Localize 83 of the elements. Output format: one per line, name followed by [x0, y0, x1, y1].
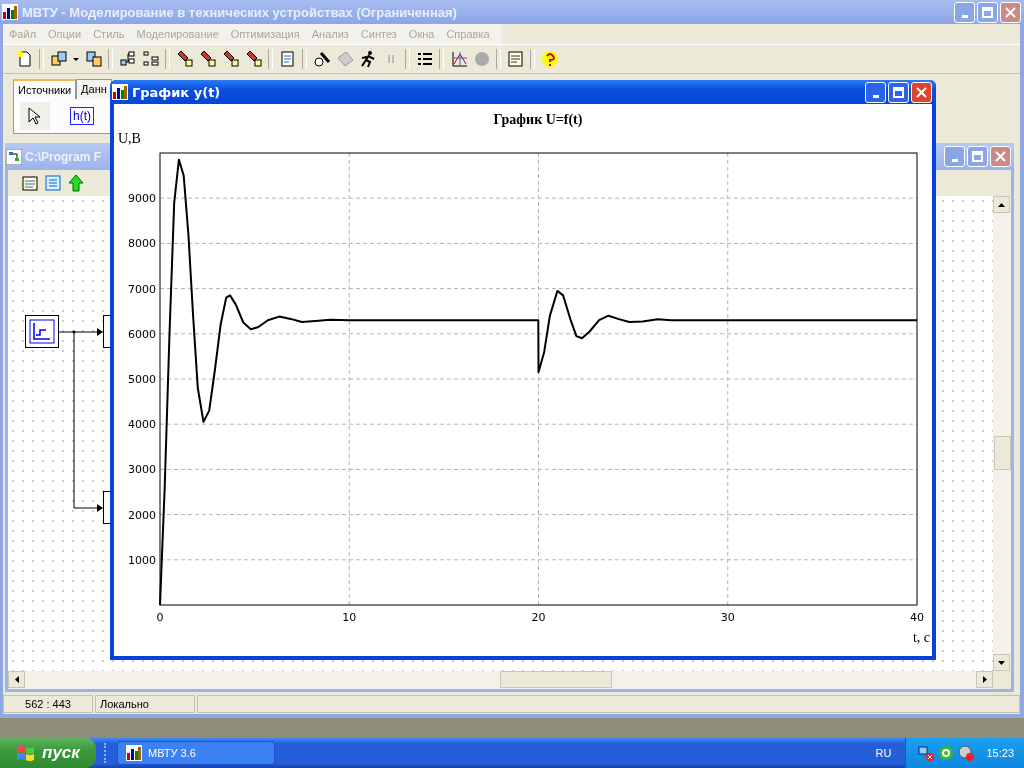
maximize-icon	[972, 151, 983, 162]
flashlight-icon	[198, 50, 217, 68]
axis-tick-label: 4000	[128, 418, 156, 432]
chart-title: График U=f(t)	[493, 112, 583, 127]
maximize-button[interactable]	[888, 81, 909, 103]
scroll-up-button[interactable]	[993, 196, 1010, 213]
minimize-icon	[951, 159, 958, 162]
runner-icon	[358, 50, 377, 68]
axis-tick-label: 10	[342, 611, 357, 624]
axis-tick-label: 3000	[128, 463, 156, 477]
axis-tick-label: 5000	[128, 373, 156, 386]
app-icon	[2, 4, 18, 20]
plot-icon	[449, 50, 468, 68]
scroll-left-button[interactable]	[8, 671, 25, 688]
cursor-icon	[28, 107, 42, 125]
checklist-icon	[415, 50, 434, 68]
script-icon	[278, 50, 297, 68]
axis-title: U,B	[118, 131, 141, 146]
axis-tick-label: 8000	[128, 237, 156, 251]
taskbar-button[interactable]: МВТУ 3.6	[117, 741, 275, 765]
axis-tick-label: 30	[720, 611, 735, 624]
language-indicator[interactable]: RU	[861, 747, 906, 759]
status-bar-field: Локально	[95, 695, 195, 713]
up-arrow-icon	[998, 202, 1005, 207]
close-icon	[995, 151, 1006, 162]
window-title: МВТУ - Моделирование в технических устройствах (Ограниченная)	[22, 4, 457, 20]
palette-tab[interactable]: Данн	[76, 79, 112, 99]
minimize-button[interactable]	[865, 81, 886, 103]
help-icon	[540, 50, 559, 68]
left-arrow-icon	[14, 676, 19, 683]
right-arrow-icon	[982, 676, 987, 683]
axis-tick-label: 2000	[128, 508, 156, 522]
diagram-icon	[6, 148, 22, 165]
close-icon	[916, 86, 927, 98]
app-icon	[126, 745, 142, 761]
ring-icon[interactable]	[938, 745, 955, 761]
maximize-icon	[982, 6, 993, 18]
close-button[interactable]	[911, 81, 932, 103]
window-title: C:\Program F	[25, 149, 101, 164]
flashlight-icon	[221, 50, 240, 68]
dropdown-arrow-icon	[73, 57, 79, 61]
close-button[interactable]	[990, 146, 1011, 167]
down-arrow-icon	[998, 660, 1005, 665]
arrow-up-icon	[66, 174, 85, 192]
scrollbar-thumb[interactable]	[994, 436, 1011, 470]
network-icon[interactable]	[918, 745, 935, 761]
close-button[interactable]	[1000, 1, 1021, 23]
status-bar-field: 562 : 443	[3, 695, 93, 713]
pause-icon	[387, 55, 394, 63]
axis-title: t, c	[912, 630, 930, 645]
import-icon	[84, 50, 103, 68]
axis-tick-label: 9000	[128, 192, 156, 206]
close-icon	[1005, 6, 1016, 18]
flashlight-icon	[244, 50, 263, 68]
maximize-icon	[893, 86, 904, 98]
flashlight-icon	[175, 50, 194, 68]
notepad-icon	[20, 174, 39, 192]
export-icon	[49, 50, 68, 68]
axis-tick-label: 6000	[128, 327, 156, 341]
stop-icon	[472, 50, 491, 68]
scroll-right-button[interactable]	[976, 671, 993, 688]
minimize-icon	[961, 14, 968, 18]
palette-block[interactable]: h(t)	[70, 107, 94, 125]
scrollbar-thumb[interactable]	[500, 671, 612, 688]
app-icon	[112, 84, 128, 100]
new-file-icon	[15, 50, 34, 68]
axis-tick-label: 40	[910, 611, 924, 624]
windows-flag-icon	[16, 744, 37, 762]
document-icon	[506, 50, 525, 68]
clock: 15:23	[986, 747, 1014, 759]
axis-tick-label: 7000	[128, 282, 156, 296]
start-button[interactable]: пуск	[0, 738, 96, 768]
list-icon	[43, 174, 62, 192]
scroll-down-button[interactable]	[993, 654, 1010, 671]
axis-tick-label: 20	[531, 611, 546, 624]
palette-tab[interactable]: Источники	[13, 79, 77, 99]
axis-tick-label: 0	[156, 611, 164, 624]
window-title: График y(t)	[132, 84, 221, 100]
axis-tick-label: 1000	[128, 553, 156, 567]
pointer-tool-button[interactable]	[20, 102, 50, 130]
tree-icon	[118, 50, 137, 68]
minimize-icon	[872, 94, 879, 98]
list-icon	[141, 50, 160, 68]
